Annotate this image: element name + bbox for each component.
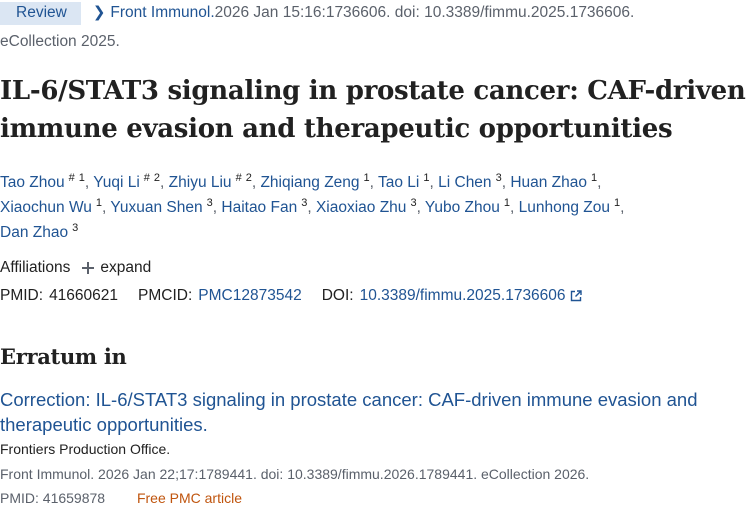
publication-type-badge: Review bbox=[0, 1, 81, 25]
author-item: Yuxuan Shen 3 bbox=[110, 197, 212, 216]
plus-icon bbox=[82, 262, 95, 274]
author-item: Huan Zhao 1 bbox=[510, 172, 597, 191]
author-item: Haitao Fan 3 bbox=[221, 197, 307, 216]
author-separator: , bbox=[307, 199, 316, 216]
author-item: Zhiqiang Zeng 1 bbox=[260, 172, 369, 191]
author-item: Xiaochun Wu 1 bbox=[0, 197, 102, 216]
doi-link[interactable]: 10.3389/fimmu.2025.1736606 bbox=[360, 287, 582, 305]
free-pmc-article-link[interactable]: Free PMC article bbox=[137, 490, 242, 506]
author-name-link[interactable]: Haitao Fan bbox=[221, 199, 297, 216]
author-name-link[interactable]: Yubo Zhou bbox=[425, 199, 500, 216]
author-name-link[interactable]: Zhiyu Liu bbox=[169, 174, 232, 191]
equal-contribution-mark: # bbox=[235, 171, 242, 184]
citation-text: 2026 Jan 15:16:1736606. doi: 10.3389/fim… bbox=[214, 4, 635, 21]
erratum-heading: Erratum in bbox=[0, 344, 127, 369]
author-name-link[interactable]: Yuxuan Shen bbox=[110, 199, 202, 216]
author-name-link[interactable]: Dan Zhao bbox=[0, 224, 68, 241]
author-separator: , bbox=[510, 199, 519, 216]
affiliations-label: Affiliations bbox=[0, 259, 71, 276]
author-affiliation-sup[interactable]: #2 bbox=[144, 172, 160, 184]
author-item: Li Chen 3 bbox=[438, 172, 502, 191]
pmid-value: 41660621 bbox=[49, 287, 119, 304]
pmcid-label: PMCID: bbox=[138, 287, 193, 304]
author-item: Xiaoxiao Zhu 3 bbox=[316, 197, 417, 216]
author-separator: , bbox=[429, 174, 439, 191]
correction-title-link[interactable]: Correction: IL-6/STAT3 signaling in pros… bbox=[0, 387, 745, 437]
affiliation-number: 3 bbox=[72, 221, 79, 234]
authors-list: Tao Zhou #1, Yuqi Li #2, Zhiyu Liu #2, Zhiq… bbox=[0, 170, 745, 245]
author-item: Zhiyu Liu #2 bbox=[169, 172, 252, 191]
expand-label: expand bbox=[100, 259, 152, 276]
author-name-link[interactable]: Tao Li bbox=[378, 174, 419, 191]
author-separator: , bbox=[416, 199, 425, 216]
correction-authors: Frontiers Production Office. bbox=[0, 441, 171, 457]
author-separator: , bbox=[369, 174, 378, 191]
author-item: Tao Zhou #1 bbox=[0, 172, 85, 191]
correction-citation: Front Immunol. 2026 Jan 22;17:1789441. d… bbox=[0, 466, 590, 482]
author-separator: , bbox=[84, 174, 94, 191]
pmcid-link[interactable]: PMC12873542 bbox=[198, 287, 301, 305]
author-item: Dan Zhao 3 bbox=[0, 222, 78, 241]
author-name-link[interactable]: Yuqi Li bbox=[93, 174, 140, 191]
article-title: IL-6/STAT3 signaling in prostate cancer:… bbox=[0, 76, 746, 144]
correction-pmid: PMID: 41659878 bbox=[0, 490, 106, 506]
pmid-label: PMID: bbox=[0, 287, 44, 304]
author-separator: , bbox=[620, 199, 625, 216]
author-name-link[interactable]: Li Chen bbox=[438, 174, 491, 191]
author-name-link[interactable]: Xiaoxiao Zhu bbox=[316, 199, 406, 216]
article-page: Review ❯ Front Immunol. 2026 Jan 15:16:1… bbox=[0, 0, 750, 506]
doi-value: 10.3389/fimmu.2025.1736606 bbox=[359, 287, 566, 304]
author-item: Yuqi Li #2 bbox=[93, 172, 160, 191]
author-name-link[interactable]: Lunhong Zou bbox=[519, 199, 610, 216]
correction-identifiers: PMID: 41659878 Free PMC article bbox=[0, 490, 242, 506]
journal-link[interactable]: Front Immunol. bbox=[110, 4, 214, 22]
author-separator: , bbox=[597, 174, 602, 191]
author-separator: , bbox=[160, 174, 169, 191]
author-name-link[interactable]: Zhiqiang Zeng bbox=[260, 174, 359, 191]
author-name-link[interactable]: Xiaochun Wu bbox=[0, 199, 92, 216]
article-meta: Review ❯ Front Immunol. 2026 Jan 15:16:1… bbox=[0, 1, 634, 25]
author-name-link[interactable]: Tao Zhou bbox=[0, 174, 65, 191]
author-affiliation-sup[interactable]: #2 bbox=[236, 172, 252, 184]
author-name-link[interactable]: Huan Zhao bbox=[510, 174, 587, 191]
author-item: Lunhong Zou 1 bbox=[519, 197, 620, 216]
author-affiliation-sup[interactable]: #1 bbox=[69, 172, 85, 184]
chevron-right-icon: ❯ bbox=[92, 4, 106, 21]
external-link-icon bbox=[570, 290, 582, 302]
author-item: Yubo Zhou 1 bbox=[425, 197, 510, 216]
citation-text-line2: eCollection 2025. bbox=[0, 33, 120, 50]
doi-label: DOI: bbox=[321, 287, 354, 304]
author-affiliation-sup[interactable]: 3 bbox=[72, 222, 78, 234]
equal-contribution-mark: # bbox=[143, 171, 150, 184]
affiliations-expand-button[interactable]: expand bbox=[70, 259, 151, 277]
identifiers-row: PMID: 41660621 PMCID: PMC12873542 DOI: 1… bbox=[0, 287, 582, 305]
author-item: Tao Li 1 bbox=[378, 172, 430, 191]
affiliations-row: Affiliations expand bbox=[0, 259, 151, 277]
equal-contribution-mark: # bbox=[68, 171, 75, 184]
